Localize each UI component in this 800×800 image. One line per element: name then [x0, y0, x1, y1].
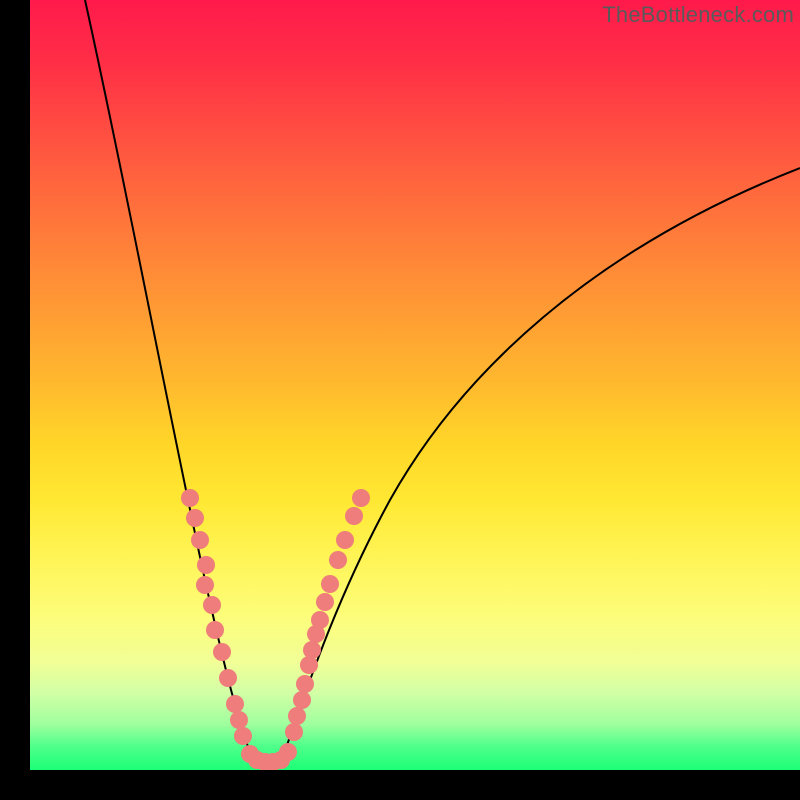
- curve-layer: [30, 0, 800, 770]
- dot-left: [219, 669, 237, 687]
- dot-group: [181, 489, 370, 770]
- dot-left: [181, 489, 199, 507]
- dot-right: [345, 507, 363, 525]
- dot-left: [234, 727, 252, 745]
- dot-right: [329, 551, 347, 569]
- dot-left: [230, 711, 248, 729]
- dot-left: [196, 576, 214, 594]
- watermark-text: TheBottleneck.com: [602, 2, 794, 28]
- chart-frame: TheBottleneck.com: [0, 0, 800, 800]
- dot-right: [352, 489, 370, 507]
- dot-left: [197, 556, 215, 574]
- dot-left: [206, 621, 224, 639]
- dot-right: [293, 691, 311, 709]
- dot-left: [203, 596, 221, 614]
- dot-left: [186, 509, 204, 527]
- dot-bottom: [279, 743, 297, 761]
- dot-right: [285, 723, 303, 741]
- dot-left: [191, 531, 209, 549]
- curve-right: [280, 168, 800, 765]
- dot-left: [226, 695, 244, 713]
- dot-right: [288, 707, 306, 725]
- dot-right: [316, 593, 334, 611]
- dot-right: [296, 675, 314, 693]
- dot-right: [311, 611, 329, 629]
- dot-right: [303, 641, 321, 659]
- dot-right: [336, 531, 354, 549]
- dot-left: [213, 643, 231, 661]
- plot-area: TheBottleneck.com: [30, 0, 800, 770]
- dot-right: [321, 575, 339, 593]
- dot-right: [300, 656, 318, 674]
